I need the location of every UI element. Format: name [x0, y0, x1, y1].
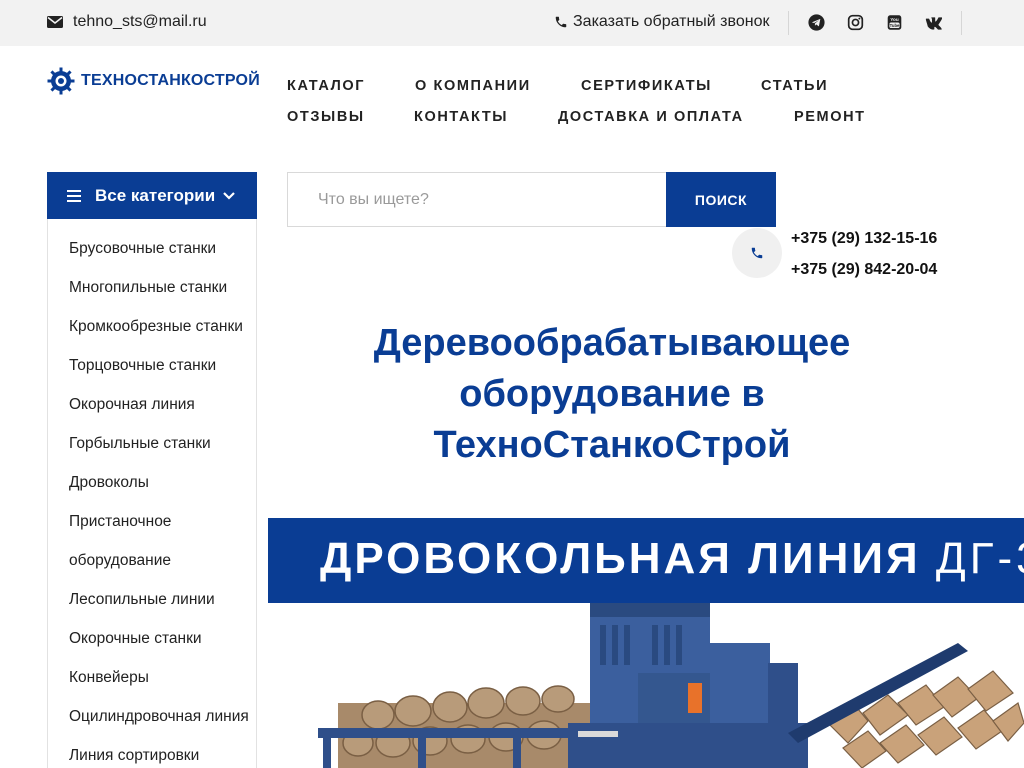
svg-text:Tube: Tube [889, 23, 899, 28]
category-item[interactable]: Брусовочные станки [69, 240, 216, 258]
phone-icon [751, 247, 763, 259]
category-item[interactable]: оборудование [69, 552, 171, 570]
hero-title-line: оборудование в [459, 373, 765, 415]
all-categories-label: Все категории [95, 185, 216, 205]
banner-title: ДРОВОКОЛЬНАЯ ЛИНИЯ ДГ-36 [320, 534, 1024, 584]
email-text: tehno_sts@mail.ru [73, 13, 207, 30]
menu-icon [67, 189, 81, 202]
hero-title: Деревообрабатывающее оборудование в Техн… [287, 318, 937, 471]
svg-text:You: You [890, 16, 899, 21]
wood-splitter-machine-image [318, 603, 1024, 768]
all-categories-button[interactable]: Все категории [47, 172, 257, 219]
category-item[interactable]: Окорочные станки [69, 630, 202, 648]
divider [788, 11, 789, 35]
banner-model: ДГ-36 [935, 534, 1024, 583]
category-item[interactable]: Оцилиндровочная линия [69, 708, 249, 726]
category-item[interactable]: Дровоколы [69, 474, 149, 492]
instagram-icon[interactable] [845, 12, 865, 32]
nav-item-catalog[interactable]: КАТАЛОГ [287, 78, 365, 94]
callback-label: Заказать обратный звонок [573, 13, 770, 30]
nav-item-articles[interactable]: СТАТЬИ [761, 78, 828, 94]
phone-number-2[interactable]: +375 (29) 842-20-04 [791, 261, 937, 279]
nav-item-delivery[interactable]: ДОСТАВКА И ОПЛАТА [558, 109, 744, 125]
category-item[interactable]: Конвейеры [69, 669, 149, 687]
category-item[interactable]: Линия сортировки [69, 747, 199, 765]
nav-item-contacts[interactable]: КОНТАКТЫ [414, 109, 508, 125]
hero-title-line: Деревообрабатывающее [373, 322, 851, 364]
logo-text: ТЕХНОСТАНКОСТРОЙ [81, 72, 260, 89]
category-item[interactable]: Многопильные станки [69, 279, 227, 297]
nav-item-about[interactable]: О КОМПАНИИ [415, 78, 531, 94]
category-item[interactable]: Торцовочные станки [69, 357, 216, 375]
envelope-icon [47, 16, 63, 28]
logo[interactable]: ТЕХНОСТАНКОСТРОЙ [47, 66, 260, 96]
email-link[interactable]: tehno_sts@mail.ru [47, 11, 207, 33]
divider [961, 11, 962, 35]
promo-banner[interactable]: ДРОВОКОЛЬНАЯ ЛИНИЯ ДГ-36 [268, 518, 1024, 768]
callback-link[interactable]: Заказать обратный звонок [554, 11, 769, 33]
youtube-icon[interactable]: You Tube [884, 12, 904, 32]
category-item[interactable]: Пристаночное [69, 513, 171, 531]
search-button[interactable]: ПОИСК [666, 172, 776, 227]
vk-icon[interactable] [923, 12, 943, 32]
category-item[interactable]: Горбыльные станки [69, 435, 211, 453]
nav-item-repair[interactable]: РЕМОНТ [794, 109, 866, 125]
banner-title-text: ДРОВОКОЛЬНАЯ ЛИНИЯ [320, 534, 921, 583]
category-item[interactable]: Окорочная линия [69, 396, 195, 414]
nav-item-certificates[interactable]: СЕРТИФИКАТЫ [581, 78, 712, 94]
saw-gear-icon [47, 67, 75, 95]
hero-title-line: ТехноСтанкоСтрой [433, 424, 791, 466]
chevron-down-icon [223, 191, 235, 200]
top-bar: tehno_sts@mail.ru Заказать обратный звон… [0, 0, 1024, 46]
category-item[interactable]: Лесопильные линии [69, 591, 215, 609]
category-item[interactable]: Кромкообрезные станки [69, 318, 243, 336]
category-list: Брусовочные станки Многопильные станки К… [47, 219, 257, 768]
telegram-icon[interactable] [806, 12, 826, 32]
nav-item-reviews[interactable]: ОТЗЫВЫ [287, 109, 365, 125]
phone-icon [555, 16, 567, 28]
phone-badge [732, 228, 782, 278]
phone-number-1[interactable]: +375 (29) 132-15-16 [791, 230, 937, 248]
search-input[interactable] [287, 172, 667, 227]
